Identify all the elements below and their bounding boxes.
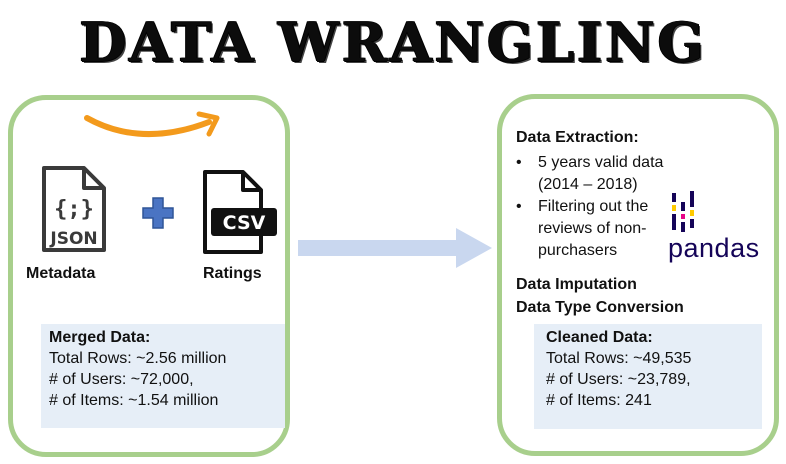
pandas-wordmark: pandas bbox=[668, 233, 760, 263]
page-title: DATA WRANGLING bbox=[79, 10, 707, 74]
merged-users: # of Users: ~72,000, bbox=[49, 371, 194, 388]
merged-data-header: Merged Data: bbox=[49, 329, 151, 346]
json-file-icon: {;} JSON bbox=[42, 166, 106, 252]
plus-icon bbox=[142, 197, 174, 229]
csv-icon-label: CSV bbox=[223, 212, 266, 234]
data-imputation-label: Data Imputation bbox=[516, 276, 637, 293]
list-item: • 5 years valid data (2014 – 2018) bbox=[516, 152, 688, 196]
bullet-icon: • bbox=[516, 198, 522, 215]
cleaned-total-rows: Total Rows: ~49,535 bbox=[546, 350, 692, 367]
extraction-bullet-list: • 5 years valid data (2014 – 2018) • Fil… bbox=[516, 152, 688, 262]
pandas-logo-icon bbox=[672, 191, 694, 232]
cleaned-items: # of Items: 241 bbox=[546, 392, 652, 409]
amazon-smile-icon bbox=[84, 111, 220, 137]
processing-panel: Data Extraction: • 5 years valid data (2… bbox=[497, 94, 779, 456]
data-extraction-header: Data Extraction: bbox=[516, 129, 639, 146]
right-arrow-icon bbox=[298, 228, 492, 268]
json-glyph: {;} bbox=[54, 197, 94, 222]
merged-data-box: Merged Data: Total Rows: ~2.56 million #… bbox=[41, 324, 285, 428]
merged-items: # of Items: ~1.54 million bbox=[49, 392, 219, 409]
cleaned-data-box: Cleaned Data: Total Rows: ~49,535 # of U… bbox=[534, 324, 762, 429]
metadata-label: Metadata bbox=[26, 265, 96, 282]
list-item: • Filtering out the reviews of non-purch… bbox=[516, 196, 688, 262]
source-data-panel: {;} JSON CSV Metadata Ratings Merged Dat… bbox=[8, 95, 290, 457]
ratings-label: Ratings bbox=[203, 265, 262, 282]
json-icon-label: JSON bbox=[49, 229, 97, 249]
bullet-icon: • bbox=[516, 154, 522, 171]
merged-total-rows: Total Rows: ~2.56 million bbox=[49, 350, 227, 367]
cleaned-users: # of Users: ~23,789, bbox=[546, 371, 691, 388]
bullet-text: 5 years valid data (2014 – 2018) bbox=[538, 154, 664, 193]
csv-file-icon: CSV bbox=[203, 170, 277, 254]
data-type-conversion-label: Data Type Conversion bbox=[516, 299, 684, 316]
cleaned-data-header: Cleaned Data: bbox=[546, 329, 653, 346]
bullet-text: Filtering out the reviews of non-purchas… bbox=[538, 198, 649, 259]
